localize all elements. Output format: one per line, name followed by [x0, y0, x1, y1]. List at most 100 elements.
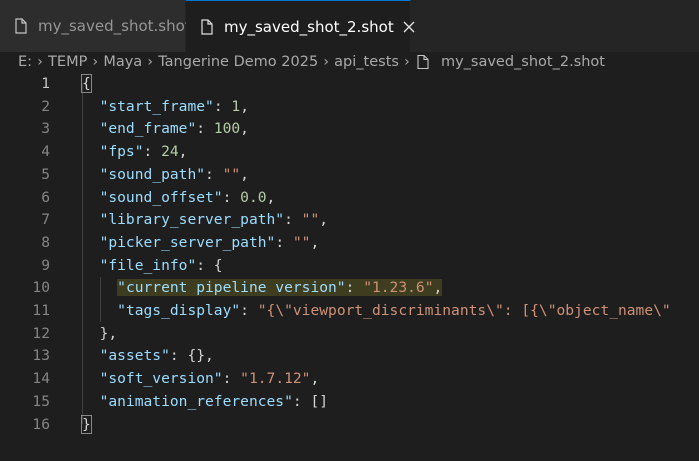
code-line[interactable]: 15 "animation_references": []	[0, 391, 699, 414]
line-number: 4	[41, 143, 50, 161]
json-key: "library_server_path"	[99, 211, 285, 229]
code-text: "file_info": {	[82, 255, 223, 278]
chevron-right-icon: ›	[37, 54, 43, 70]
json-key: "soft_version"	[99, 370, 223, 388]
file-icon	[415, 54, 431, 70]
file-icon	[198, 18, 216, 36]
code-tokens: "end_frame": 100,	[100, 120, 249, 137]
line-number: 13	[32, 347, 50, 365]
line-number: 11	[32, 302, 50, 319]
code-line[interactable]: 6 "sound_offset": 0.0,	[0, 187, 699, 210]
json-string: ""	[301, 211, 320, 229]
line-number: 10	[32, 279, 50, 297]
json-punctuation: ,	[310, 233, 320, 251]
tab-my-saved-shot-2[interactable]: my_saved_shot_2.shot	[186, 0, 415, 52]
json-string: "1.23.6"	[363, 279, 434, 297]
json-key: "fps"	[99, 143, 144, 161]
code-line[interactable]: 1{	[0, 73, 699, 96]
highlighted-text: "current pipeline version": "1.23.6",	[117, 279, 443, 297]
json-punctuation: :	[143, 143, 162, 161]
code-line[interactable]: 10 "current pipeline version": "1.23.6",	[0, 277, 699, 300]
code-line[interactable]: 4 "fps": 24,	[0, 141, 699, 164]
json-punctuation: ,	[240, 120, 249, 138]
code-tokens: "file_info": {	[100, 257, 223, 274]
chevron-right-icon: ›	[147, 54, 153, 70]
breadcrumb-item-tangerine-demo[interactable]: Tangerine Demo 2025	[158, 54, 318, 70]
line-number: 9	[41, 256, 50, 274]
line-number: 16	[32, 415, 50, 433]
code-line[interactable]: 11 "tags_display": "{\"viewport_discrimi…	[0, 300, 699, 323]
json-punctuation: :	[284, 211, 302, 229]
json-punctuation: :	[196, 120, 214, 138]
line-number: 5	[41, 165, 50, 183]
code-tokens: "picker_server_path": "",	[100, 234, 320, 251]
code-line[interactable]: 14 "soft_version": "1.7.12",	[0, 368, 699, 391]
json-string: ""	[292, 233, 311, 251]
json-punctuation: },	[99, 324, 118, 342]
json-number: 1	[231, 97, 241, 115]
chevron-right-icon: ›	[404, 54, 410, 70]
json-key: "animation_references"	[99, 392, 293, 410]
code-line[interactable]: 9 "file_info": {	[0, 255, 699, 278]
breadcrumb-item-temp[interactable]: TEMP	[48, 54, 87, 70]
breadcrumb-item-drive[interactable]: E:	[18, 54, 32, 70]
breadcrumb-item-file[interactable]: my_saved_shot_2.shot	[441, 54, 605, 70]
line-number: 3	[41, 120, 50, 138]
code-line[interactable]: 13 "assets": {},	[0, 345, 699, 368]
json-key: "picker_server_path"	[99, 233, 276, 251]
code-tokens: "tags_display": "{\"viewport_discriminan…	[117, 302, 671, 319]
code-text: "sound_offset": 0.0,	[82, 187, 276, 210]
code-text: "animation_references": []	[82, 391, 328, 414]
json-key: "sound_path"	[99, 165, 206, 183]
code-tokens: "fps": 24,	[100, 143, 188, 160]
chevron-right-icon: ›	[92, 54, 99, 70]
breadcrumb-item-maya[interactable]: Maya	[103, 54, 142, 70]
code-line[interactable]: 2 "start_frame": 1,	[0, 96, 699, 119]
code-text: "library_server_path": "",	[82, 209, 328, 232]
code-line[interactable]: 3 "end_frame": 100,	[0, 118, 699, 141]
json-number: 24	[161, 143, 179, 161]
code-text: "current pipeline version": "1.23.6",	[82, 277, 443, 300]
code-text: {	[81, 73, 92, 96]
code-text: "assets": {},	[82, 345, 214, 368]
json-key: "sound_offset"	[99, 188, 223, 206]
tab-my-saved-shot[interactable]: my_saved_shot.shot	[0, 0, 191, 52]
code-editor[interactable]: 1{2 "start_frame": 1, 3 "end_frame": 100,…	[0, 73, 699, 461]
code-line[interactable]: 5 "sound_path": "",	[0, 164, 699, 187]
json-punctuation: ,	[266, 188, 276, 206]
code-text: "fps": 24,	[82, 141, 188, 164]
json-punctuation: ,	[240, 97, 249, 115]
file-icon	[12, 17, 30, 35]
json-punctuation: : {},	[169, 347, 214, 365]
json-punctuation: ,	[178, 143, 188, 161]
code-line[interactable]: 12 },	[0, 323, 699, 346]
breadcrumb-item-api-tests[interactable]: api_tests	[334, 54, 399, 70]
json-key: "end_frame"	[99, 120, 197, 138]
code-tokens: },	[100, 325, 118, 342]
json-number: 100	[213, 120, 241, 138]
code-line[interactable]: 7 "library_server_path": "",	[0, 209, 699, 232]
json-punctuation: :	[345, 279, 364, 297]
breadcrumb: E: › TEMP › Maya › Tangerine Demo 2025 ›…	[0, 52, 699, 72]
json-punctuation: {	[81, 74, 92, 93]
line-number: 12	[32, 324, 50, 342]
json-key: "current pipeline version"	[117, 279, 346, 297]
code-line[interactable]: 16}	[0, 414, 699, 437]
code-text: "end_frame": 100,	[82, 118, 249, 141]
close-icon[interactable]	[402, 19, 416, 35]
code-tokens: "animation_references": []	[100, 393, 328, 410]
code-line[interactable]: 8 "picker_server_path": "",	[0, 232, 699, 255]
json-key: "start_frame"	[99, 97, 214, 115]
line-number: 6	[41, 188, 50, 206]
code-text: "start_frame": 1,	[82, 96, 249, 119]
json-punctuation: :	[222, 370, 241, 388]
code-tokens: }	[81, 414, 92, 434]
line-number: 7	[41, 211, 50, 229]
code-tokens: {	[81, 74, 92, 93]
